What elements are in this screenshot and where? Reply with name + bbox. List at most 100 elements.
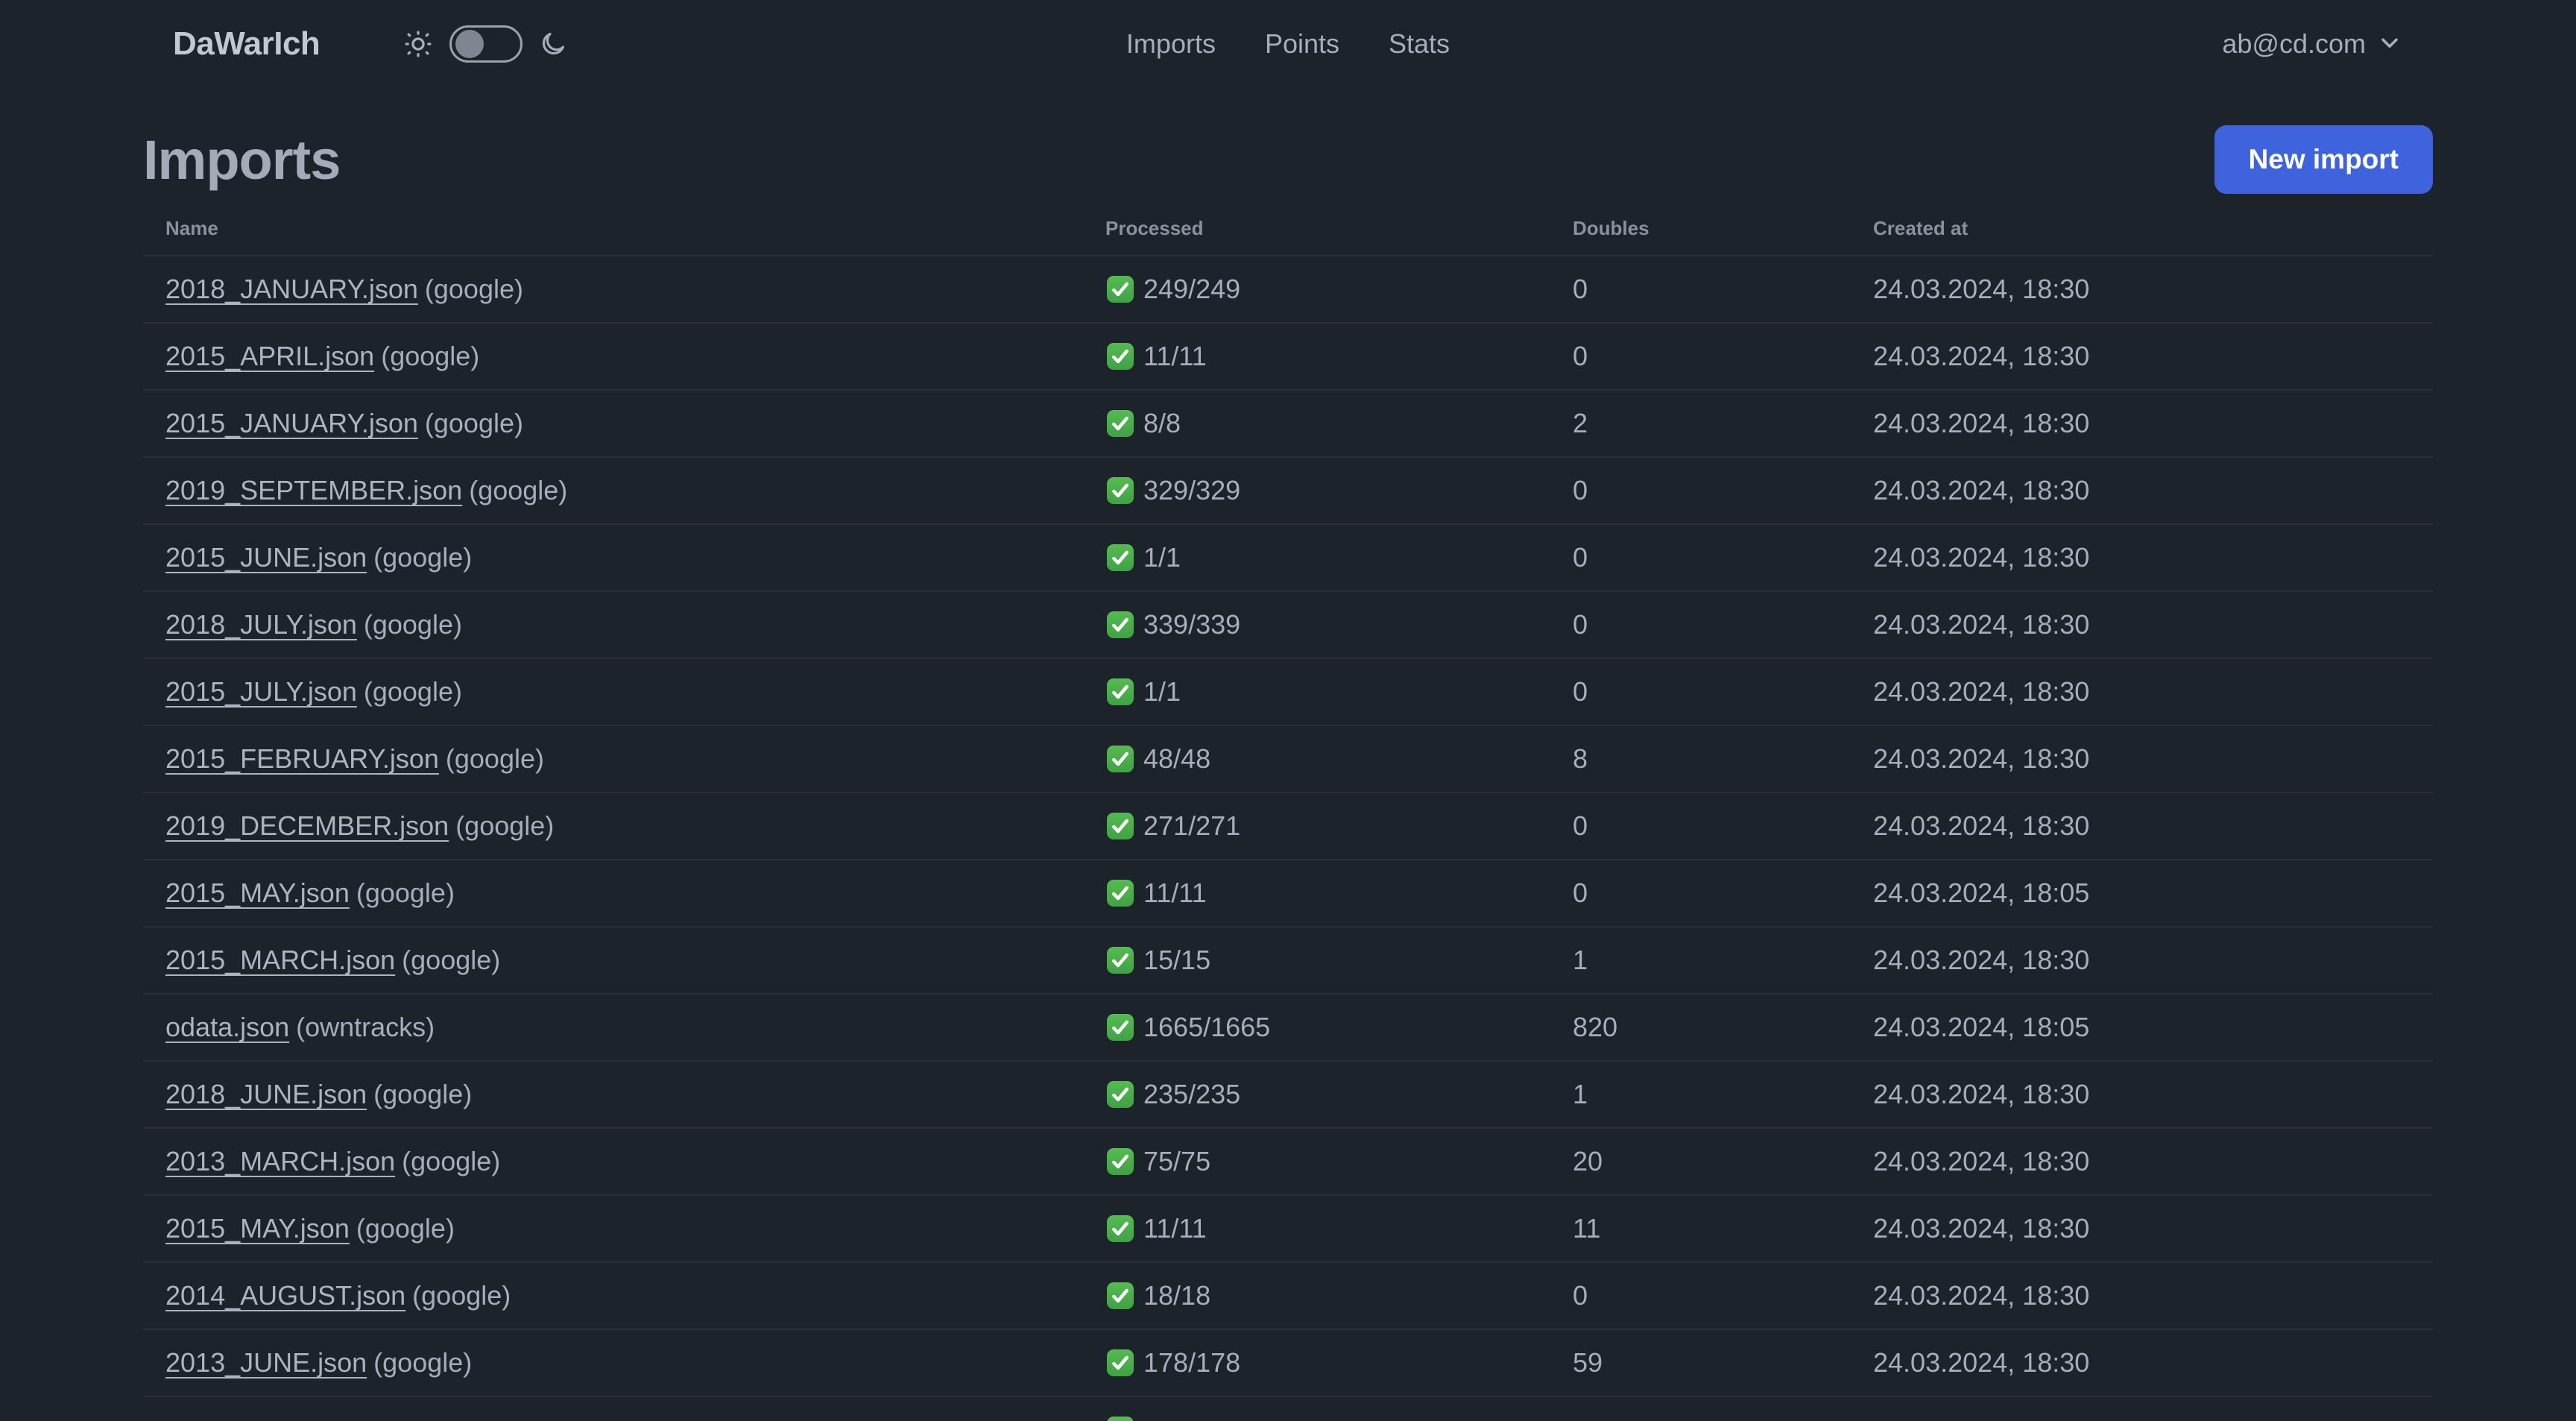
table-row: 2015_APRIL.json (google) 11/11 0 24.03.20…: [143, 322, 2433, 389]
doubles-cell: 8: [1573, 743, 1588, 774]
name-cell: 2015_MAY.json (google): [143, 1213, 1105, 1244]
created-at-cell: 24.03.2024, 18:30: [1873, 676, 2090, 707]
processed-count: 11/11: [1143, 341, 1207, 371]
import-source-label: (google): [455, 810, 555, 841]
processed-cell: 249/249: [1105, 274, 1573, 305]
import-file-link[interactable]: 2014_AUGUST.json: [165, 1280, 405, 1311]
import-source-label: (google): [373, 1079, 473, 1109]
import-source-label: (google): [469, 475, 568, 505]
success-check-icon: [1105, 1012, 1135, 1042]
processed-cell: 339/339: [1105, 609, 1573, 640]
table-row: 2018_JULY.json (google) 339/339 0 24.03.2…: [143, 590, 2433, 658]
import-file-link[interactable]: 2015_MAY.json: [165, 878, 350, 908]
doubles-cell: 820: [1573, 1012, 1618, 1042]
doubles-cell: 0: [1573, 810, 1588, 841]
success-check-icon: [1105, 811, 1135, 841]
name-cell: 2015_JULY.json (google): [143, 676, 1105, 708]
created-at-cell: 24.03.2024, 18:30: [1873, 945, 2090, 975]
import-file-link[interactable]: 2019_SEPTEMBER.json: [165, 475, 462, 505]
column-header-created-at: Created at: [1873, 216, 1969, 239]
import-source-label: (owntracks): [296, 1012, 435, 1042]
column-header-name: Name: [165, 216, 218, 239]
import-file-link[interactable]: 2015_FEBRUARY.json: [165, 743, 439, 774]
sun-icon: [403, 29, 433, 59]
table-row: 2019_DECEMBER.json (google) 271/271 0 24.…: [143, 792, 2433, 859]
import-file-link[interactable]: 2015_JUNE.json: [165, 542, 367, 573]
processed-cell: 1/1: [1105, 676, 1573, 708]
new-import-button[interactable]: New import: [2214, 125, 2433, 194]
table-row: 2014_AUGUST.json (google) 18/18 0 24.03.2…: [143, 1261, 2433, 1329]
success-check-icon: [1105, 1348, 1135, 1378]
created-at-cell: 24.03.2024, 18:30: [1873, 609, 2090, 640]
import-file-link[interactable]: 2015_APRIL.json: [165, 341, 374, 371]
import-file-link[interactable]: 2013_JUNE.json: [165, 1347, 367, 1378]
doubles-cell: 2: [1573, 408, 1588, 438]
column-header-doubles: Doubles: [1573, 216, 1650, 239]
import-file-link[interactable]: 2015_JANUARY.json: [165, 408, 418, 438]
import-file-link[interactable]: 2015_MARCH.json: [165, 945, 395, 975]
import-source-label: (google): [356, 1213, 455, 1244]
name-cell: 2013_MARCH.json (google): [143, 1146, 1105, 1177]
created-at-cell: 24.03.2024, 18:30: [1873, 743, 2090, 774]
doubles-cell: 0: [1573, 878, 1588, 908]
success-check-icon: [1105, 744, 1135, 774]
theme-toggle-knob: [455, 30, 484, 58]
processed-cell: 75/75: [1105, 1146, 1573, 1177]
success-check-icon: [1105, 1214, 1135, 1244]
processed-cell: 11/11: [1105, 341, 1573, 372]
import-file-link[interactable]: 2018_JANUARY.json: [165, 274, 418, 304]
name-cell: 2018_JULY.json (google): [143, 609, 1105, 640]
processed-count: 178/178: [1143, 1347, 1241, 1378]
import-source-label: (google): [402, 945, 501, 975]
table-header-row: Name Processed Doubles Created at: [143, 201, 2433, 255]
nav-stats[interactable]: Stats: [1389, 28, 1450, 60]
nav-points[interactable]: Points: [1265, 28, 1339, 60]
name-cell: 2014_AUGUST.json (google): [143, 1280, 1105, 1311]
name-cell: 2015_MAY.json (google): [143, 878, 1105, 909]
success-check-icon: [1105, 476, 1135, 505]
table-row: 2015_MAY.json (google) 11/11 11 24.03.202…: [143, 1194, 2433, 1261]
app-logo[interactable]: DaWarIch: [173, 25, 321, 63]
import-file-link[interactable]: 2013_MARCH.json: [165, 1146, 395, 1176]
doubles-cell: 11: [1573, 1213, 1601, 1244]
import-file-link[interactable]: 2018_JUNE.json: [165, 1079, 367, 1109]
processed-count: 249/249: [1143, 274, 1241, 304]
processed-cell: 15/15: [1105, 945, 1573, 976]
created-at-cell: 24.03.2024, 18:30: [1873, 341, 2090, 371]
import-file-link[interactable]: odata.json: [165, 1012, 289, 1042]
table-row: 2015_MARCH.json (google) 15/15 1 24.03.20…: [143, 926, 2433, 993]
processed-cell: 329/329: [1105, 475, 1573, 506]
user-email: ab@cd.com: [2222, 28, 2366, 59]
processed-cell: 271/271: [1105, 810, 1573, 842]
import-source-label: (google): [373, 542, 473, 573]
table-row: odata.json (owntracks) 1665/1665 820 24.0…: [143, 993, 2433, 1060]
import-source-label: (google): [381, 341, 480, 371]
theme-switcher: [403, 25, 567, 63]
import-source-label: (google): [356, 878, 455, 908]
processed-count: 75/75: [1143, 1146, 1211, 1176]
processed-count: 48/48: [1143, 743, 1211, 774]
name-cell: 2015_JUNE.json (google): [143, 542, 1105, 573]
nav-imports[interactable]: Imports: [1126, 28, 1216, 60]
success-check-icon: [1105, 1415, 1135, 1421]
name-cell: 2015_JANUARY.json (google): [143, 408, 1105, 439]
success-check-icon: [1105, 878, 1135, 908]
name-cell: odata.json (owntracks): [143, 1012, 1105, 1043]
import-file-link[interactable]: 2015_MAY.json: [165, 1213, 350, 1244]
created-at-cell: 24.03.2024, 18:30: [1873, 475, 2090, 505]
import-file-link[interactable]: 2019_DECEMBER.json: [165, 810, 449, 841]
import-file-link[interactable]: 2015_JULY.json: [165, 676, 357, 707]
created-at-cell: 24.03.2024, 18:30: [1873, 1213, 2090, 1244]
table-row: 2015_JUNE.json (google) 1/1 0 24.03.2024,…: [143, 523, 2433, 590]
name-cell: 2019_DECEMBER.json (google): [143, 810, 1105, 842]
doubles-cell: 0: [1573, 475, 1588, 505]
user-menu[interactable]: ab@cd.com: [2222, 28, 2403, 60]
import-file-link[interactable]: 2018_JULY.json: [165, 609, 357, 640]
success-check-icon: [1105, 1080, 1135, 1109]
table-row: 2015_JULY.json (google) 1/1 0 24.03.2024,…: [143, 658, 2433, 725]
table-row: 2013_MARCH.json (google) 75/75 20 24.03.2…: [143, 1127, 2433, 1194]
success-check-icon: [1105, 543, 1135, 573]
theme-toggle[interactable]: [449, 25, 523, 63]
processed-cell: 11/11: [1105, 1213, 1573, 1244]
created-at-cell: 24.03.2024, 18:30: [1873, 1146, 2090, 1176]
